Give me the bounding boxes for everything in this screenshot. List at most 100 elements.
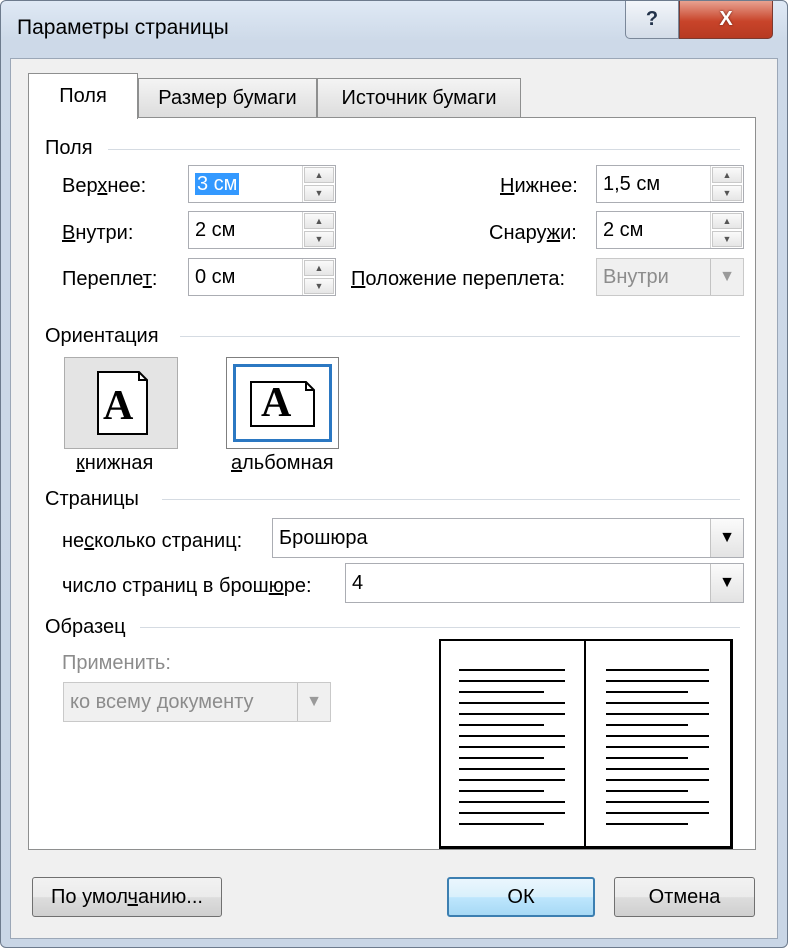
preview-text-line [459, 768, 565, 770]
close-button[interactable]: X [679, 1, 773, 39]
preview-text-line [459, 680, 565, 682]
preview-text-line [606, 823, 688, 825]
preview-text-line [606, 702, 709, 704]
outside-margin-field[interactable]: 2 см ▲ ▼ [596, 211, 744, 249]
preview-text-line [459, 790, 544, 792]
multiple-pages-value: Брошюра [279, 526, 368, 549]
spin-up-icon[interactable]: ▲ [304, 213, 334, 229]
outside-margin-value: 2 см [603, 218, 644, 241]
preview-text-line [606, 680, 709, 682]
preview-text-line [459, 691, 544, 693]
top-margin-label: Верхнее: [62, 175, 147, 197]
preview-text-line [606, 768, 709, 770]
pages-divider [162, 499, 740, 500]
inside-margin-field[interactable]: 2 см ▲ ▼ [188, 211, 336, 249]
apply-select[interactable]: ко всему документу ▼ [63, 682, 331, 722]
preview-text-line [606, 724, 688, 726]
margins-divider [108, 149, 740, 150]
gutter-label: Переплет: [62, 268, 158, 290]
spin-up-icon[interactable]: ▲ [712, 167, 742, 183]
preview-text-line [606, 669, 709, 671]
window-title: Параметры страницы [17, 16, 229, 39]
spin-down-icon[interactable]: ▼ [304, 278, 334, 294]
chevron-down-icon[interactable]: ▼ [710, 519, 743, 557]
preview-text-line [606, 746, 709, 748]
preview-text-line [459, 735, 565, 737]
landscape-glyph: A [261, 380, 292, 426]
preview-text-line [606, 713, 709, 715]
preview-text-line [459, 779, 565, 781]
inside-margin-label: Внутри: [62, 222, 134, 244]
preview-booklet [439, 639, 733, 849]
tab-paper-size[interactable]: Размер бумаги [138, 78, 317, 118]
spin-up-icon[interactable]: ▲ [304, 260, 334, 276]
tab-margins[interactable]: Поля [28, 73, 138, 119]
orientation-heading: Ориентация [45, 325, 159, 347]
tab-paper-source-label: Источник бумаги [341, 87, 497, 109]
tab-margins-label: Поля [59, 85, 107, 107]
preview-text-line [606, 757, 688, 759]
portrait-button[interactable]: A [64, 357, 178, 449]
gutter-position-value: Внутри [603, 265, 669, 288]
spin-down-icon[interactable]: ▼ [712, 231, 742, 247]
preview-text-line [459, 724, 544, 726]
preview-spine [584, 641, 586, 846]
booklet-pages-value: 4 [352, 571, 364, 594]
landscape-label: альбомная [231, 452, 334, 474]
preview-text-line [606, 691, 688, 693]
chevron-down-icon[interactable]: ▼ [710, 564, 743, 602]
preview-text-line [459, 757, 544, 759]
bottom-margin-label: Нижнее: [500, 175, 578, 197]
preview-text-line [459, 746, 565, 748]
cancel-button[interactable]: Отмена [614, 877, 755, 917]
help-button[interactable]: ? [625, 1, 679, 39]
preview-text-line [459, 669, 565, 671]
orientation-divider [180, 336, 740, 337]
booklet-pages-select[interactable]: 4 ▼ [345, 563, 744, 603]
spin-up-icon[interactable]: ▲ [304, 167, 334, 183]
spin-down-icon[interactable]: ▼ [304, 231, 334, 247]
spin-down-icon[interactable]: ▼ [304, 185, 334, 201]
top-margin-value: 3 см [195, 172, 240, 195]
preview-text-line [459, 812, 565, 814]
portrait-glyph: A [103, 383, 134, 429]
preview-text-line [459, 713, 565, 715]
gutter-position-select[interactable]: Внутри ▼ [596, 258, 744, 296]
apply-label: Применить: [62, 652, 171, 674]
chevron-down-icon[interactable]: ▼ [710, 259, 743, 295]
default-button-label: По умолчанию... [51, 885, 203, 908]
preview-text-line [459, 801, 565, 803]
preview-text-line [459, 702, 565, 704]
gutter-position-label: Положение переплета: [351, 268, 566, 290]
tab-paper-size-label: Размер бумаги [158, 87, 297, 109]
preview-text-line [606, 801, 709, 803]
apply-value: ко всему документу [70, 690, 254, 713]
preview-heading: Образец [45, 616, 126, 638]
preview-text-line [606, 812, 709, 814]
ok-button[interactable]: ОК [447, 877, 595, 917]
gutter-value: 0 см [195, 265, 236, 288]
bottom-margin-field[interactable]: 1,5 см ▲ ▼ [596, 165, 744, 203]
pages-heading: Страницы [45, 488, 139, 510]
spin-up-icon[interactable]: ▲ [712, 213, 742, 229]
preview-text-line [606, 779, 709, 781]
preview-text-line [459, 823, 544, 825]
tab-paper-source[interactable]: Источник бумаги [317, 78, 521, 118]
multiple-pages-select[interactable]: Брошюра ▼ [272, 518, 744, 558]
bottom-margin-value: 1,5 см [603, 172, 661, 195]
preview-divider [140, 627, 740, 628]
preview-text-line [606, 790, 688, 792]
preview-text-line [606, 735, 709, 737]
outside-margin-label: Снаружи: [489, 222, 577, 244]
booklet-pages-label: число страниц в брошюре: [62, 575, 312, 597]
spin-down-icon[interactable]: ▼ [712, 185, 742, 201]
inside-margin-value: 2 см [195, 218, 236, 241]
portrait-label: книжная [76, 452, 154, 474]
default-button[interactable]: По умолчанию... [32, 877, 222, 917]
top-margin-field[interactable]: 3 см ▲ ▼ [188, 165, 336, 203]
chevron-down-icon[interactable]: ▼ [297, 683, 330, 721]
gutter-field[interactable]: 0 см ▲ ▼ [188, 258, 336, 296]
multiple-pages-label: несколько страниц: [62, 530, 243, 552]
margins-heading: Поля [45, 137, 93, 159]
landscape-button[interactable]: A [226, 357, 339, 449]
